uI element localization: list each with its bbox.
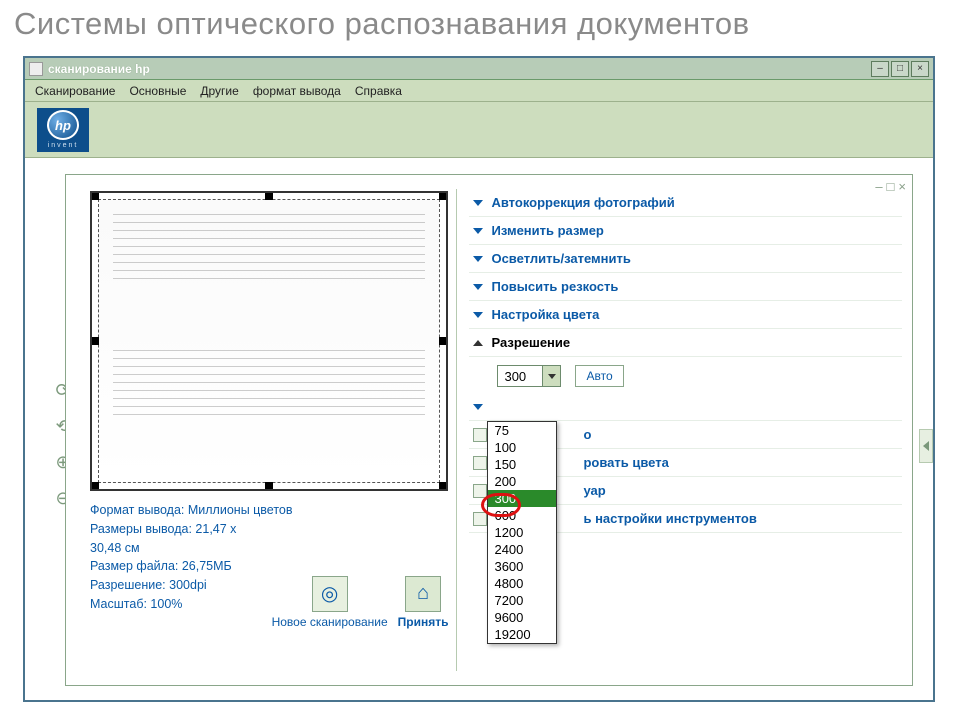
- combo-dropdown-button[interactable]: [542, 366, 560, 386]
- crop-handle[interactable]: [91, 482, 99, 490]
- acc-label: Настройка цвета: [491, 307, 599, 322]
- hp-logo-ball: hp: [47, 110, 79, 140]
- resolution-option[interactable]: 75: [488, 422, 556, 439]
- acc-sharpen[interactable]: Повысить резкость: [469, 273, 902, 301]
- acc-autocorrect[interactable]: Автокоррекция фотографий: [469, 189, 902, 217]
- crop-handle[interactable]: [265, 192, 273, 200]
- resolution-option[interactable]: 9600: [488, 609, 556, 626]
- panel-frame: – □ ×: [65, 174, 913, 686]
- expand-right-handle[interactable]: [919, 429, 933, 463]
- left-pane: Формат вывода: Миллионы цветов Размеры в…: [74, 183, 454, 677]
- resolution-body: 300 Авто: [469, 357, 902, 393]
- app-window: сканирование hp – □ × Сканирование Основ…: [23, 56, 935, 702]
- acc-label: Изменить размер: [491, 223, 603, 238]
- menu-scan[interactable]: Сканирование: [35, 84, 115, 98]
- acc-brightness[interactable]: Осветлить/затемнить: [469, 245, 902, 273]
- resolution-option[interactable]: 200: [488, 473, 556, 490]
- scanner-icon: ⌂: [405, 576, 441, 612]
- invert-icon: [473, 456, 487, 470]
- resolution-option[interactable]: 3600: [488, 558, 556, 575]
- crop-handle[interactable]: [439, 337, 447, 345]
- bottom-actions: ◎ Новое сканирование ⌂ Принять: [90, 576, 448, 629]
- crop-handle[interactable]: [91, 192, 99, 200]
- partial-label: уар: [583, 483, 605, 498]
- right-pane: Автокоррекция фотографий Изменить размер…: [459, 183, 906, 677]
- resolution-option[interactable]: 4800: [488, 575, 556, 592]
- resolution-option[interactable]: 300: [488, 490, 556, 507]
- preview-page: [98, 199, 440, 483]
- close-button[interactable]: ×: [911, 61, 929, 77]
- resolution-dropdown-list[interactable]: 7510015020030060012002400360048007200960…: [487, 421, 557, 644]
- resolution-option[interactable]: 1200: [488, 524, 556, 541]
- minimize-button[interactable]: –: [871, 61, 889, 77]
- info-size-a: Размеры вывода: 21,47 x: [90, 520, 448, 539]
- window-buttons: – □ ×: [871, 61, 929, 77]
- maximize-button[interactable]: □: [891, 61, 909, 77]
- pane-divider[interactable]: [456, 189, 457, 671]
- acc-label: Автокоррекция фотографий: [491, 195, 674, 210]
- workspace: ⟳ ⟲ ⊕ ⊖ – □ ×: [25, 158, 933, 700]
- resolution-option[interactable]: 19200: [488, 626, 556, 643]
- partial-label: ь настройки инструментов: [583, 511, 756, 526]
- menu-format[interactable]: формат вывода: [253, 84, 341, 98]
- resolution-option[interactable]: 100: [488, 439, 556, 456]
- acc-resize[interactable]: Изменить размер: [469, 217, 902, 245]
- crop-handle[interactable]: [439, 192, 447, 200]
- mirror-icon: [473, 428, 487, 442]
- acc-resolution[interactable]: Разрешение: [469, 329, 902, 357]
- title-bar: сканирование hp – □ ×: [25, 58, 933, 80]
- resolution-value: 300: [498, 369, 542, 384]
- new-scan-button[interactable]: ◎ Новое сканирование: [272, 576, 388, 629]
- accept-button[interactable]: ⌂ Принять: [398, 576, 449, 629]
- window-title: сканирование hp: [48, 62, 871, 76]
- info-format: Формат вывода: Миллионы цветов: [90, 501, 448, 520]
- auto-button[interactable]: Авто: [575, 365, 623, 387]
- menu-help[interactable]: Справка: [355, 84, 402, 98]
- crop-handle[interactable]: [265, 482, 273, 490]
- slide-title: Системы оптического распознавания докуме…: [0, 0, 960, 44]
- partial-label: о: [583, 427, 591, 442]
- hp-bar: hp invent: [25, 102, 933, 158]
- resolution-option[interactable]: 600: [488, 507, 556, 524]
- scan-preview[interactable]: [90, 191, 448, 491]
- acc-label: Повысить резкость: [491, 279, 618, 294]
- menu-other[interactable]: Другие: [200, 84, 238, 98]
- resolution-combo[interactable]: 300: [497, 365, 561, 387]
- menu-main[interactable]: Основные: [129, 84, 186, 98]
- menu-bar: Сканирование Основные Другие формат выво…: [25, 80, 933, 102]
- resolution-option[interactable]: 150: [488, 456, 556, 473]
- info-size-b: 30,48 см: [90, 539, 448, 558]
- partial-label: ровать цвета: [583, 455, 668, 470]
- reset-icon: [473, 512, 487, 526]
- crop-handle[interactable]: [91, 337, 99, 345]
- resolution-option[interactable]: 7200: [488, 592, 556, 609]
- acc-label: Осветлить/затемнить: [491, 251, 630, 266]
- new-scan-label: Новое сканирование: [272, 615, 388, 629]
- crop-handle[interactable]: [439, 482, 447, 490]
- dropper-icon: [473, 484, 487, 498]
- accept-label: Принять: [398, 615, 449, 629]
- acc-label: Разрешение: [491, 335, 570, 350]
- hp-logo: hp invent: [37, 108, 89, 152]
- partial-row[interactable]: [469, 393, 902, 421]
- app-icon: [29, 62, 43, 76]
- hp-logo-sub: invent: [48, 142, 79, 149]
- acc-color[interactable]: Настройка цвета: [469, 301, 902, 329]
- info-filesize: Размер файла: 26,75МБ: [90, 557, 448, 576]
- new-scan-icon: ◎: [312, 576, 348, 612]
- resolution-option[interactable]: 2400: [488, 541, 556, 558]
